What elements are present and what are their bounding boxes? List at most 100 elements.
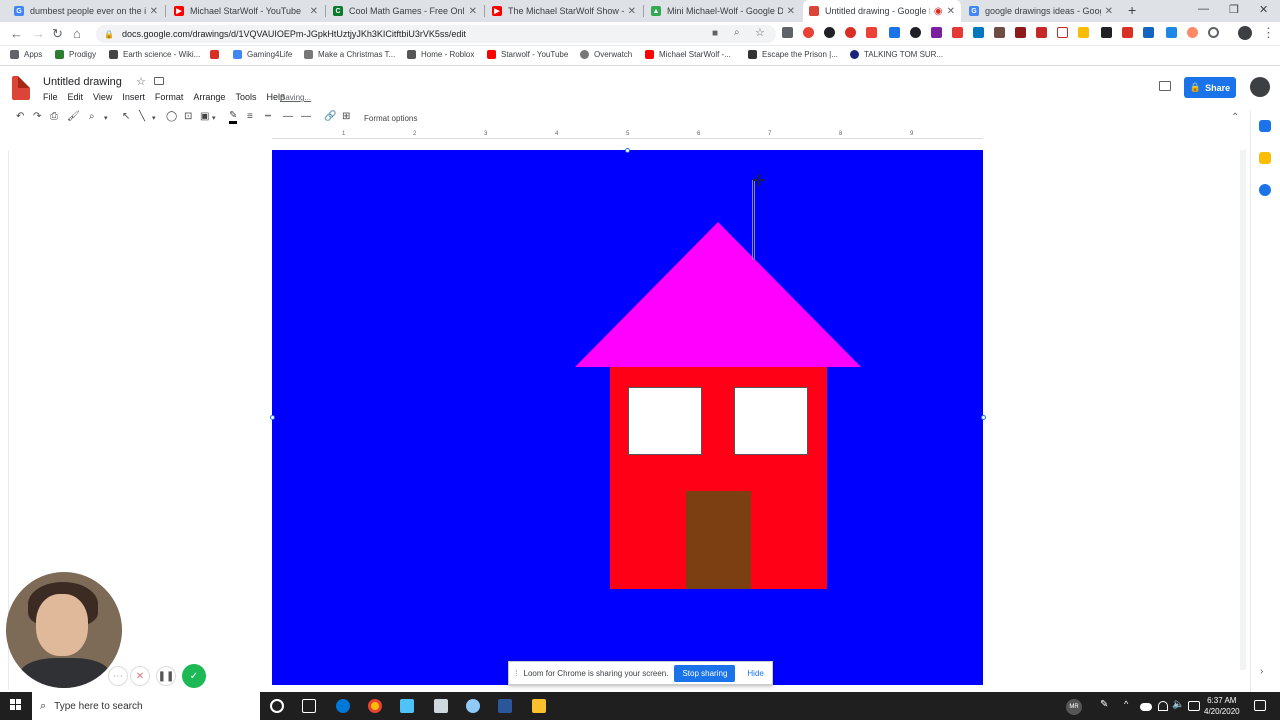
bookmark-gaming4life[interactable]: Gaming4Life [233,50,292,59]
home-icon[interactable]: ⌂ [73,26,81,41]
line-icon[interactable]: ╲ [139,111,145,122]
close-icon[interactable]: ✕ [150,6,158,17]
window-close-icon[interactable]: ✕ [1259,3,1268,16]
menu-tools[interactable]: Tools [230,92,261,102]
folder-icon[interactable] [154,77,164,85]
print-icon[interactable]: ⎙ [50,111,58,122]
resize-handle[interactable] [981,415,986,420]
comment-icon[interactable] [1159,81,1171,91]
edge-icon[interactable] [336,699,350,713]
house-window-right[interactable] [734,387,808,455]
drawings-logo-icon[interactable] [12,76,30,100]
vertical-scrollbar[interactable] [1240,150,1246,670]
add-comment-icon[interactable]: ⊞ [342,111,350,122]
close-icon[interactable]: ✕ [787,6,795,17]
extension-icon[interactable] [1015,27,1026,38]
account-avatar[interactable] [1250,77,1270,97]
forward-icon[interactable]: → [32,26,45,41]
keep-icon[interactable] [1259,152,1271,164]
chrome-icon[interactable] [368,699,382,713]
bookmark-overwatch[interactable]: Overwatch [580,50,632,59]
extension-icon[interactable] [1122,27,1133,38]
tasks-icon[interactable] [1259,184,1271,196]
bookmark-michael-starwolf[interactable]: Michael StarWolf -... [645,50,731,59]
user-initials-badge[interactable]: MR [1066,699,1082,715]
extension-icon[interactable] [931,27,942,38]
redo-icon[interactable]: ↷ [33,111,41,122]
app-icon[interactable] [434,699,448,713]
app-icon[interactable] [466,699,480,713]
collapse-toolbar-icon[interactable]: ⌃ [1231,112,1239,123]
line-end-icon[interactable]: — [301,111,311,122]
restore-icon[interactable]: ❐ [1229,3,1239,16]
bookmark-roblox[interactable]: Home - Roblox [407,50,474,59]
tab-2[interactable]: ▶ Michael StarWolf - YouTube ✕ [168,0,324,22]
bookmark-talking-tom[interactable]: TALKING TOM SUR... [850,50,943,59]
undo-icon[interactable]: ↶ [16,111,24,122]
extension-icon[interactable] [866,27,877,38]
bookmark-star-icon[interactable]: ☆ [755,26,765,39]
bookmark-earth-science[interactable]: Earth science - Wiki... [109,50,200,59]
clock[interactable]: 6:37 AM 4/20/2020 [1204,695,1240,717]
tab-7[interactable]: G google drawings ideas - Google ✕ [963,0,1119,22]
extension-icon[interactable] [910,27,921,38]
stop-sharing-button[interactable]: Stop sharing [674,664,736,682]
bookmark-prodigy[interactable]: Prodigy [55,50,96,59]
word-icon[interactable] [498,699,512,713]
onedrive-icon[interactable] [1140,703,1152,711]
menu-edit[interactable]: Edit [63,92,89,102]
chevron-down-icon[interactable]: ▾ [152,114,156,122]
battery-icon[interactable] [1188,701,1200,711]
new-tab-button[interactable]: + [1128,2,1136,18]
close-icon[interactable]: ✕ [628,6,636,17]
minimize-icon[interactable]: — [1198,3,1209,15]
house-window-left[interactable] [628,387,702,455]
border-dash-icon[interactable]: ┅ [265,111,271,122]
bookmark-christmas[interactable]: Make a Christmas T... [304,50,395,59]
cancel-recording-icon[interactable]: ✕ [130,666,150,686]
extension-icon[interactable] [889,27,900,38]
extension-icon[interactable] [1166,27,1177,38]
extension-icon[interactable] [973,27,984,38]
extension-icon[interactable] [1078,27,1089,38]
url-input[interactable]: 🔒 docs.google.com/drawings/d/1VQVAUIOEPm… [96,25,776,43]
share-button[interactable]: 🔒 Share [1184,77,1236,98]
menu-format[interactable]: Format [150,92,189,102]
record-icon[interactable] [1208,27,1219,38]
format-options-button[interactable]: Format options [364,114,417,123]
tab-5[interactable]: ▲ Mini Michael-Wolf - Google Driv ✕ [645,0,801,22]
close-icon[interactable]: ✕ [947,6,955,17]
menu-arrange[interactable]: Arrange [188,92,230,102]
star-icon[interactable]: ☆ [136,75,146,88]
menu-icon[interactable]: ⋮ [1262,25,1275,41]
resize-handle[interactable] [270,415,275,420]
tab-3[interactable]: C Cool Math Games - Free Online I ✕ [327,0,483,22]
task-view-icon[interactable] [302,699,316,713]
finish-recording-icon[interactable]: ✓ [182,664,206,688]
text-box-icon[interactable]: ⊡ [184,111,192,122]
extension-icon[interactable] [782,27,793,38]
extension-icon[interactable] [1057,27,1068,38]
extension-icon[interactable] [803,27,814,38]
image-icon[interactable]: ▣ [200,111,209,122]
bookmark-starwolf[interactable]: Starwolf - YouTube [487,50,568,59]
cortana-icon[interactable] [270,699,284,713]
taskbar-search[interactable]: ⌕ Type here to search [32,692,260,720]
bookmark-apps[interactable]: Apps [10,50,42,59]
select-icon[interactable]: ↖ [122,111,130,122]
windows-start-icon[interactable] [10,699,22,711]
pause-icon[interactable]: ❚❚ [156,666,176,686]
house-roof-shape[interactable] [575,222,861,367]
file-explorer-icon[interactable] [532,699,546,713]
extension-icon[interactable] [845,27,856,38]
extension-icon[interactable] [1143,27,1154,38]
menu-view[interactable]: View [88,92,117,102]
webcam-bubble[interactable] [6,572,122,688]
hide-link[interactable]: Hide [747,669,763,678]
border-weight-icon[interactable]: ≡ [247,111,253,122]
extension-icon[interactable] [1187,27,1198,38]
menu-file[interactable]: File [38,92,63,102]
reload-icon[interactable]: ↻ [52,26,63,42]
extension-icon[interactable] [1036,27,1047,38]
bookmark-escape-prison[interactable]: Escape the Prison |... [748,50,838,59]
